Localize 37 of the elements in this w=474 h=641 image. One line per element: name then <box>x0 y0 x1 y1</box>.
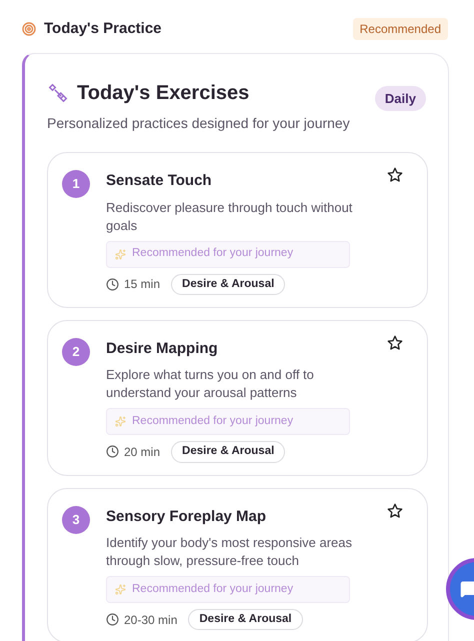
panel-subtitle: Personalized practices designed for your journey <box>47 114 351 133</box>
star-icon[interactable] <box>387 502 403 518</box>
exercise-card[interactable]: 1 Sensate Touch Rediscover pleasure through touch without goals Recommended for your journey 15 min Desire & Arousal <box>47 152 428 308</box>
section-title: Today's Practice <box>44 19 162 39</box>
clock-icon <box>106 445 119 458</box>
panel-title: Today's Exercises <box>77 81 250 106</box>
exercise-description: Explore what turns you on and off to understand your arousal patterns <box>106 366 315 402</box>
step-number: 1 <box>62 170 90 198</box>
duration-text: 15 min <box>124 276 160 294</box>
note-text: Recommended for your journey <box>132 414 294 430</box>
category-tag: Desire & Arousal <box>171 274 286 295</box>
sparkle-icon <box>115 584 126 595</box>
exercise-title: Sensate Touch <box>106 171 212 191</box>
sparkle-icon <box>115 248 126 260</box>
category-tag: Desire & Arousal <box>171 441 286 462</box>
step-number: 3 <box>62 506 90 534</box>
exercise-card[interactable]: 3 Sensory Foreplay Map Identify your body's most responsive areas through slow, pressure-free touch Recommended for your journey 20-30 min Desire & Arousal <box>47 488 428 641</box>
exercise-title: Desire Mapping <box>106 338 218 359</box>
duration-text: 20-30 min <box>124 612 178 629</box>
exercise-title: Sensory Foreplay Map <box>106 506 266 526</box>
star-icon[interactable] <box>387 334 403 351</box>
note-text: Recommended for your journey <box>132 246 294 262</box>
exercise-description: Rediscover pleasure through touch without goals <box>106 198 354 234</box>
target-icon <box>22 22 36 36</box>
clock-icon <box>106 278 119 291</box>
exercise-card[interactable]: 2 Desire Mapping Explore what turns you on and off to understand your arousal patterns Recommended for your journey 20 min Desire & Arousal <box>47 320 428 476</box>
category-tag: Desire & Arousal <box>188 609 303 630</box>
star-icon[interactable] <box>387 167 403 183</box>
note-text: Recommended for your journey <box>132 582 294 597</box>
duration-text: 20 min <box>124 444 160 461</box>
step-number: 2 <box>62 338 90 366</box>
sparkle-icon <box>115 416 126 428</box>
recommended-badge: Recommended <box>352 18 448 40</box>
clock-icon <box>106 613 119 626</box>
exercise-description: Identify your body's most responsive areas through slow, pressure-free touch <box>106 534 353 570</box>
daily-badge: Daily <box>374 86 426 111</box>
chat-icon <box>460 580 474 598</box>
